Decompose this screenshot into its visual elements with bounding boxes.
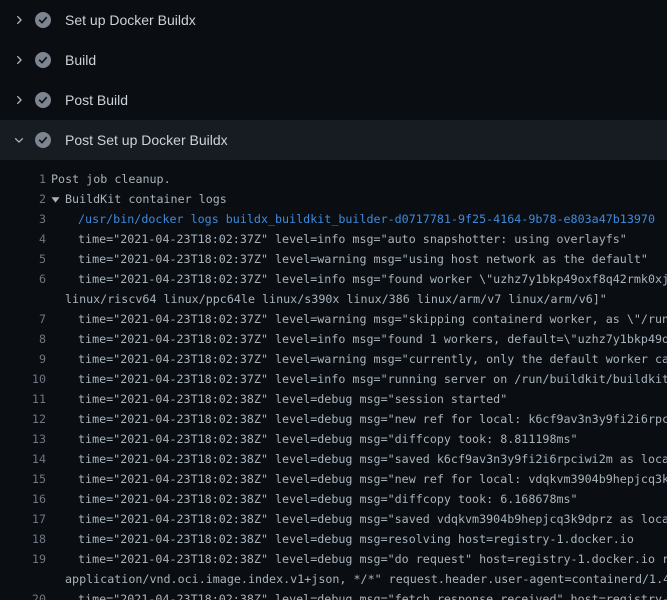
log-line: 13time="2021-04-23T18:02:38Z" level=debu…: [0, 429, 667, 449]
step-title: Set up Docker Buildx: [65, 12, 196, 28]
log-line-text: time="2021-04-23T18:02:37Z" level=warnin…: [46, 309, 667, 329]
log-line: 8time="2021-04-23T18:02:37Z" level=info …: [0, 329, 667, 349]
log-line-number: [0, 289, 46, 309]
log-line-number[interactable]: 4: [0, 229, 46, 249]
log-line: 14time="2021-04-23T18:02:38Z" level=debu…: [0, 449, 667, 469]
log-line-text: time="2021-04-23T18:02:38Z" level=debug …: [46, 529, 634, 549]
log-line: 2 BuildKit container logs: [0, 189, 667, 209]
log-line: 18time="2021-04-23T18:02:38Z" level=debu…: [0, 529, 667, 549]
check-circle-icon: [35, 12, 51, 28]
chevron-right-icon[interactable]: [13, 54, 25, 66]
log-line-number[interactable]: 8: [0, 329, 46, 349]
log-line-text: time="2021-04-23T18:02:38Z" level=debug …: [46, 509, 667, 529]
step-section-list: Set up Docker Buildx Build Post Build Post …: [0, 0, 667, 160]
log-line-number[interactable]: 13: [0, 429, 46, 449]
log-line-number[interactable]: 5: [0, 249, 46, 269]
log-line: 19time="2021-04-23T18:02:38Z" level=debu…: [0, 549, 667, 569]
check-circle-icon: [35, 92, 51, 108]
log-line: 7time="2021-04-23T18:02:37Z" level=warni…: [0, 309, 667, 329]
log-line-number[interactable]: 12: [0, 409, 46, 429]
log-line: 6time="2021-04-23T18:02:37Z" level=info …: [0, 269, 667, 289]
log-line-text: time="2021-04-23T18:02:37Z" level=warnin…: [46, 249, 648, 269]
log-line: 3/usr/bin/docker logs buildx_buildkit_bu…: [0, 209, 667, 229]
log-line-text: Post job cleanup.: [46, 169, 171, 189]
log-line-text: time="2021-04-23T18:02:38Z" level=debug …: [46, 389, 507, 409]
log-line-number[interactable]: 11: [0, 389, 46, 409]
step-section-set-up-docker-buildx[interactable]: Set up Docker Buildx: [0, 0, 667, 40]
log-line-text: time="2021-04-23T18:02:37Z" level=info m…: [46, 329, 667, 349]
log-line-number[interactable]: 2: [0, 189, 46, 209]
workflow-log-viewer: Set up Docker Buildx Build Post Build Post …: [0, 0, 667, 600]
triangle-down-icon: [51, 195, 60, 204]
log-line: 5time="2021-04-23T18:02:37Z" level=warni…: [0, 249, 667, 269]
log-line-text: time="2021-04-23T18:02:38Z" level=debug …: [46, 409, 667, 429]
log-line-number[interactable]: 17: [0, 509, 46, 529]
check-circle-icon: [35, 52, 51, 68]
chevron-down-icon[interactable]: [13, 134, 25, 146]
log-line-text: time="2021-04-23T18:02:37Z" level=warnin…: [46, 349, 667, 369]
log-line-text: time="2021-04-23T18:02:38Z" level=debug …: [46, 469, 667, 489]
log-line-number[interactable]: 1: [0, 169, 46, 189]
log-line-number[interactable]: 7: [0, 309, 46, 329]
log-line-text: time="2021-04-23T18:02:38Z" level=debug …: [46, 449, 667, 469]
chevron-right-icon[interactable]: [13, 14, 25, 26]
step-section-build[interactable]: Build: [0, 40, 667, 80]
log-line-wrap: linux/riscv64 linux/ppc64le linux/s390x …: [0, 289, 667, 309]
log-line-text: time="2021-04-23T18:02:38Z" level=debug …: [46, 489, 578, 509]
chevron-right-icon[interactable]: [13, 94, 25, 106]
log-line-number[interactable]: 10: [0, 369, 46, 389]
log-line-number: [0, 569, 46, 589]
log-content: 1Post job cleanup.2 BuildKit container lo…: [0, 160, 667, 600]
log-line: 4time="2021-04-23T18:02:37Z" level=info …: [0, 229, 667, 249]
log-line-number[interactable]: 6: [0, 269, 46, 289]
step-title: Post Build: [65, 92, 128, 108]
log-line-number[interactable]: 18: [0, 529, 46, 549]
log-line-text: application/vnd.oci.image.index.v1+json,…: [46, 569, 667, 589]
log-line: 1Post job cleanup.: [0, 169, 667, 189]
step-title: Post Set up Docker Buildx: [65, 132, 228, 148]
log-group-toggle[interactable]: BuildKit container logs: [46, 189, 227, 209]
log-group-label: BuildKit container logs: [65, 189, 227, 209]
log-line-number[interactable]: 20: [0, 589, 46, 600]
log-line-number[interactable]: 19: [0, 549, 46, 569]
log-line-number[interactable]: 14: [0, 449, 46, 469]
log-line: 12time="2021-04-23T18:02:38Z" level=debu…: [0, 409, 667, 429]
log-line-text: time="2021-04-23T18:02:38Z" level=debug …: [46, 589, 667, 600]
log-line: 16time="2021-04-23T18:02:38Z" level=debu…: [0, 489, 667, 509]
log-line: 9time="2021-04-23T18:02:37Z" level=warni…: [0, 349, 667, 369]
log-line: 11time="2021-04-23T18:02:38Z" level=debu…: [0, 389, 667, 409]
log-line-number[interactable]: 15: [0, 469, 46, 489]
step-section-post-build[interactable]: Post Build: [0, 80, 667, 120]
log-line-text: time="2021-04-23T18:02:38Z" level=debug …: [46, 429, 578, 449]
log-line-text: time="2021-04-23T18:02:37Z" level=info m…: [46, 269, 667, 289]
log-line: 10time="2021-04-23T18:02:37Z" level=info…: [0, 369, 667, 389]
log-line: 15time="2021-04-23T18:02:38Z" level=debu…: [0, 469, 667, 489]
log-line-wrap: application/vnd.oci.image.index.v1+json,…: [0, 569, 667, 589]
log-line-text: time="2021-04-23T18:02:37Z" level=info m…: [46, 369, 667, 389]
log-line-number[interactable]: 16: [0, 489, 46, 509]
check-circle-icon: [35, 132, 51, 148]
log-line: 20time="2021-04-23T18:02:38Z" level=debu…: [0, 589, 667, 600]
log-line-number[interactable]: 9: [0, 349, 46, 369]
log-line-number[interactable]: 3: [0, 209, 46, 229]
step-section-post-set-up-docker-buildx[interactable]: Post Set up Docker Buildx: [0, 120, 667, 160]
log-line-text: linux/riscv64 linux/ppc64le linux/s390x …: [46, 289, 607, 309]
step-title: Build: [65, 52, 96, 68]
log-command-text: /usr/bin/docker logs buildx_buildkit_bui…: [46, 209, 655, 229]
log-line-text: time="2021-04-23T18:02:38Z" level=debug …: [46, 549, 667, 569]
log-line: 17time="2021-04-23T18:02:38Z" level=debu…: [0, 509, 667, 529]
log-line-text: time="2021-04-23T18:02:37Z" level=info m…: [46, 229, 627, 249]
